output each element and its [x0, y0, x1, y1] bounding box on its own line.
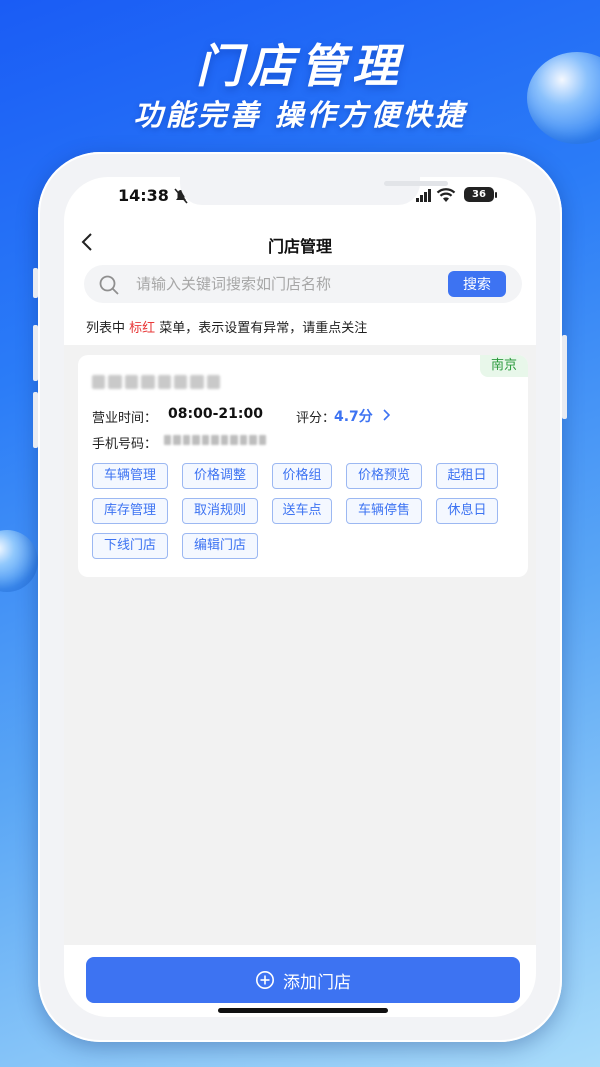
- plus-circle-icon: [256, 971, 274, 989]
- phone-side-button: [562, 335, 567, 419]
- home-indicator[interactable]: [218, 1008, 388, 1013]
- promo-title: 门店管理: [196, 39, 404, 93]
- action-vehicle-management[interactable]: 车辆管理: [92, 463, 168, 489]
- wifi-icon: [436, 188, 456, 202]
- store-list: 南京 营业时间： 08:00-21:00 评分： 4.7分 手机号码： 车辆管理…: [64, 345, 536, 945]
- action-rental-start-day[interactable]: 起租日: [436, 463, 498, 489]
- battery-indicator: 36: [464, 187, 494, 202]
- action-rest-day[interactable]: 休息日: [436, 498, 498, 524]
- rating-value[interactable]: 4.7分: [334, 406, 373, 426]
- battery-tip: [495, 192, 497, 198]
- notice-highlight: 标红: [129, 321, 156, 336]
- store-card[interactable]: 南京 营业时间： 08:00-21:00 评分： 4.7分 手机号码： 车辆管理…: [78, 355, 528, 577]
- action-delivery-point[interactable]: 送车点: [272, 498, 332, 524]
- status-time: 14:38: [118, 186, 169, 205]
- page-title: 门店管理: [267, 237, 332, 256]
- bottom-bar: 添加门店: [64, 945, 536, 1017]
- add-store-button[interactable]: 添加门店: [86, 957, 520, 1003]
- decorative-bubble: [0, 530, 38, 592]
- store-name-redacted: [92, 375, 220, 391]
- action-price-preview[interactable]: 价格预览: [346, 463, 422, 489]
- phone-side-button: [33, 325, 38, 381]
- action-cancel-rules[interactable]: 取消规则: [182, 498, 258, 524]
- rating-label: 评分：: [296, 411, 336, 426]
- chevron-right-icon[interactable]: [382, 409, 390, 421]
- phone-side-button: [33, 268, 38, 298]
- app-screen: 14:38 36 门店管理 请输入关键词搜索如门店名称 搜索 列表中 标红 菜单…: [64, 177, 536, 1017]
- nav-bar: 门店管理: [64, 221, 536, 265]
- hours-value: 08:00-21:00: [168, 406, 263, 422]
- notice-suffix: 菜单，表示设置有异常，请重点关注: [155, 321, 368, 336]
- promo-subtitle: 功能完善 操作方便快捷: [133, 98, 467, 132]
- speaker-grille: [384, 181, 448, 186]
- add-store-label: 添加门店: [283, 972, 351, 992]
- city-badge: 南京: [480, 355, 528, 377]
- phone-label: 手机号码：: [92, 437, 158, 452]
- search-icon: [99, 275, 119, 295]
- action-edit-store[interactable]: 编辑门店: [182, 533, 258, 559]
- status-bar: 14:38 36: [64, 177, 536, 221]
- search-section: 搜索 列表中 标红 菜单，表示设置有异常，请重点关注: [64, 265, 536, 345]
- notice-prefix: 列表中: [86, 321, 130, 336]
- action-price-adjust[interactable]: 价格调整: [182, 463, 258, 489]
- action-price-group[interactable]: 价格组: [272, 463, 332, 489]
- search-box: 搜索: [84, 265, 522, 303]
- hours-label: 营业时间：: [92, 411, 158, 426]
- phone-notch: [180, 177, 448, 205]
- search-input[interactable]: [136, 265, 436, 303]
- search-button[interactable]: 搜索: [448, 271, 506, 297]
- notice-text: 列表中 标红 菜单，表示设置有异常，请重点关注: [86, 317, 367, 336]
- action-offline-store[interactable]: 下线门店: [92, 533, 168, 559]
- phone-side-button: [33, 392, 38, 448]
- action-vehicle-suspend[interactable]: 车辆停售: [346, 498, 422, 524]
- cellular-signal-icon: [416, 189, 431, 202]
- phone-number-redacted: [164, 435, 266, 446]
- action-inventory-management[interactable]: 库存管理: [92, 498, 168, 524]
